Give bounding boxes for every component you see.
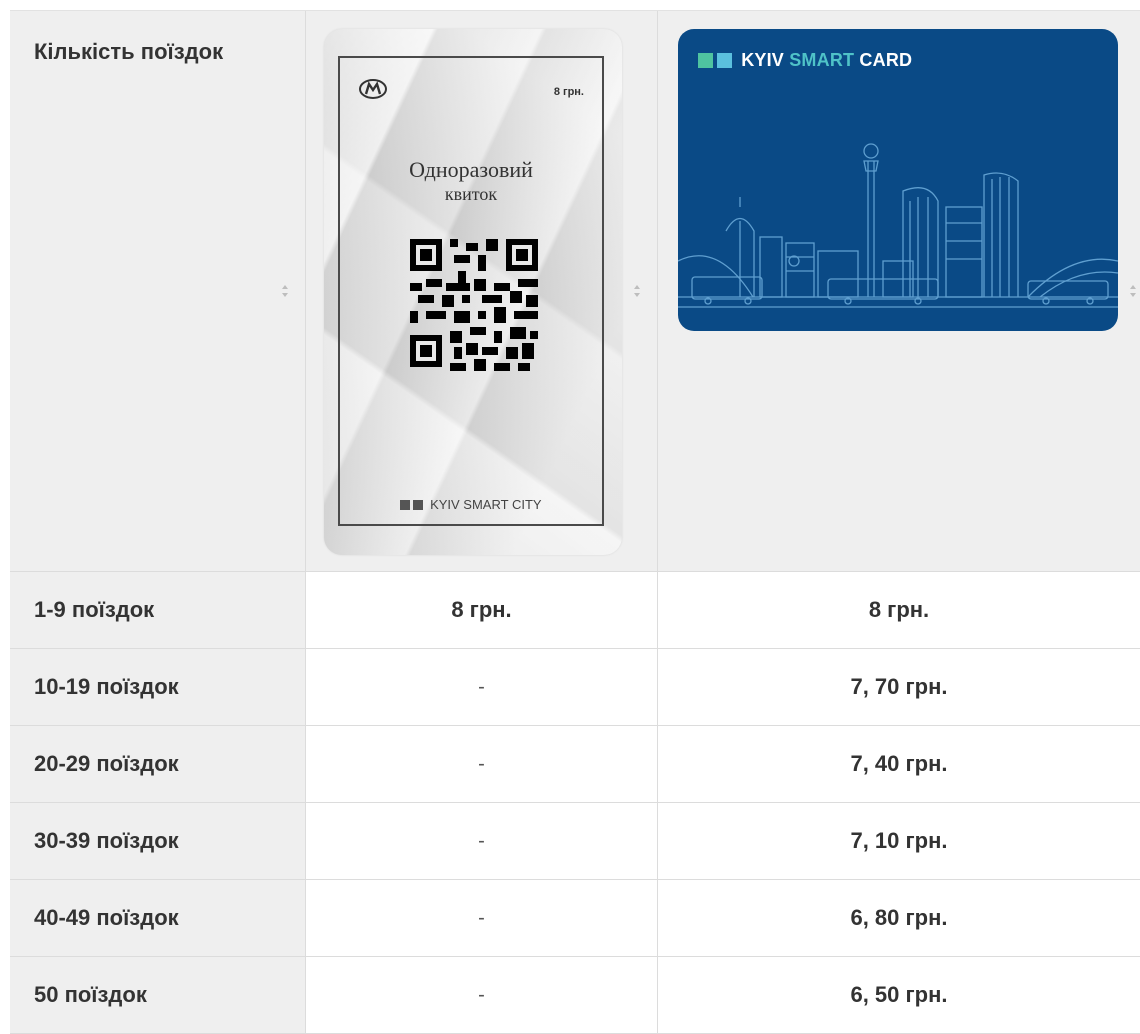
ticket-price-value: 8 грн. — [451, 597, 512, 622]
card-price-value: 8 грн. — [868, 597, 930, 622]
metro-logo-icon — [359, 79, 387, 99]
ticket-price-value: - — [478, 830, 485, 852]
table-row: 50 поїздок - 6, 50 грн. — [10, 957, 1140, 1034]
ticket-footer: KYIV SMART CITY — [340, 497, 602, 512]
card-brand-word2: SMART — [789, 50, 855, 70]
card-brand-word3: CARD — [859, 50, 913, 70]
column-header-trip-count: Кількість поїздок — [34, 39, 224, 64]
table-row: 40-49 поїздок - 6, 80 грн. — [10, 880, 1140, 957]
row-label-cell: 30-39 поїздок — [10, 803, 306, 879]
card-price-cell: 8 грн. — [658, 572, 1140, 648]
fare-comparison-table: Кількість поїздок 8 грн. Одноразовий кви… — [10, 10, 1140, 1034]
row-label-cell: 1-9 поїздок — [10, 572, 306, 648]
card-price-value: 7, 10 грн. — [850, 828, 948, 853]
table-row: 30-39 поїздок - 7, 10 грн. — [10, 803, 1140, 880]
sort-updown-icon[interactable] — [281, 283, 289, 299]
card-price-cell: 7, 10 грн. — [658, 803, 1140, 879]
card-price-cell: 6, 50 грн. — [658, 957, 1140, 1033]
ticket-price-cell: - — [306, 649, 658, 725]
paper-ticket-image: 8 грн. Одноразовий квиток KYIV SMART CIT… — [324, 29, 622, 555]
header-cell-smart-card[interactable]: KYIV SMART CARD — [658, 11, 1140, 571]
table-row: 20-29 поїздок - 7, 40 грн. — [10, 726, 1140, 803]
ticket-price-cell: - — [306, 726, 658, 802]
row-label: 1-9 поїздок — [34, 597, 155, 622]
brand-square-icon — [400, 500, 411, 510]
table-row: 10-19 поїздок - 7, 70 грн. — [10, 649, 1140, 726]
kyiv-smart-card-image: KYIV SMART CARD — [678, 29, 1118, 331]
brand-square-icon — [413, 500, 424, 510]
table-header-row: Кількість поїздок 8 грн. Одноразовий кви… — [10, 11, 1140, 572]
row-label: 50 поїздок — [34, 982, 147, 1007]
sort-updown-icon[interactable] — [1129, 283, 1137, 299]
ticket-price-value: - — [478, 753, 485, 775]
card-brand-word1: KYIV — [741, 50, 785, 70]
city-skyline-illustration — [678, 143, 1118, 308]
brand-square-icon — [698, 53, 713, 68]
ticket-price-value: - — [478, 676, 485, 698]
card-price-value: 7, 70 грн. — [850, 674, 948, 699]
ticket-title-line1: Одноразовий — [409, 157, 533, 182]
card-price-cell: 7, 40 грн. — [658, 726, 1140, 802]
row-label: 30-39 поїздок — [34, 828, 179, 853]
ticket-price-cell: - — [306, 803, 658, 879]
row-label: 40-49 поїздок — [34, 905, 179, 930]
ticket-price-cell: 8 грн. — [306, 572, 658, 648]
row-label-cell: 40-49 поїздок — [10, 880, 306, 956]
card-price-cell: 6, 80 грн. — [658, 880, 1140, 956]
ticket-price-value: - — [478, 984, 485, 1006]
card-price-value: 6, 80 грн. — [850, 905, 948, 930]
ticket-price-cell: - — [306, 957, 658, 1033]
ticket-title-line2: квиток — [444, 184, 498, 204]
header-cell-trips[interactable]: Кількість поїздок — [10, 11, 306, 571]
row-label-cell: 10-19 поїздок — [10, 649, 306, 725]
ticket-footer-text: KYIV SMART CITY — [430, 497, 542, 512]
ticket-price-value: - — [478, 907, 485, 929]
row-label-cell: 50 поїздок — [10, 957, 306, 1033]
ticket-price-cell: - — [306, 880, 658, 956]
row-label: 20-29 поїздок — [34, 751, 179, 776]
row-label-cell: 20-29 поїздок — [10, 726, 306, 802]
card-price-value: 6, 50 грн. — [850, 982, 948, 1007]
ticket-frame: 8 грн. Одноразовий квиток KYIV SMART CIT… — [338, 56, 604, 526]
ticket-price-label: 8 грн. — [553, 86, 584, 98]
card-price-cell: 7, 70 грн. — [658, 649, 1140, 725]
ticket-title: Одноразовий квиток — [340, 158, 602, 206]
sort-updown-icon[interactable] — [633, 283, 641, 299]
brand-square-icon — [717, 53, 732, 68]
header-cell-paper-ticket[interactable]: 8 грн. Одноразовий квиток KYIV SMART CIT… — [306, 11, 658, 571]
card-brand: KYIV SMART CARD — [698, 50, 912, 71]
row-label: 10-19 поїздок — [34, 674, 179, 699]
card-price-value: 7, 40 грн. — [850, 751, 948, 776]
table-row: 1-9 поїздок 8 грн. 8 грн. — [10, 572, 1140, 649]
qr-code-icon — [410, 239, 538, 371]
